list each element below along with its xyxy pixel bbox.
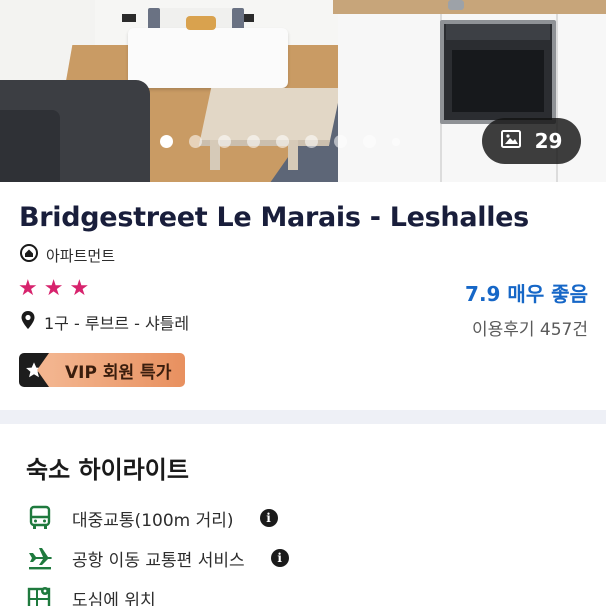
photo-sofa-arm [0, 110, 60, 182]
carousel-dot[interactable] [160, 135, 173, 148]
carousel-dot[interactable] [392, 138, 400, 146]
photo-oven-panel [446, 24, 550, 40]
carousel-dot[interactable] [189, 135, 202, 148]
highlight-item-transit: 대중교통(100m 거리) i [26, 504, 278, 532]
carousel-dot[interactable] [218, 135, 231, 148]
highlights-title: 숙소 하이라이트 [26, 456, 189, 484]
city-map-icon [26, 584, 54, 606]
photo-lamp [232, 8, 244, 30]
star-rating: ★ ★ ★ [18, 278, 89, 300]
highlights-section: 숙소 하이라이트 대중교통(100m 거리) i 공항 이동 교통편 서비스 i [0, 424, 606, 606]
location-text: 1구 - 루브르 - 샤틀레 [44, 314, 190, 333]
photo-oven-glass [452, 50, 544, 112]
photo-bed [128, 28, 288, 88]
image-icon [500, 130, 521, 152]
star-icon: ★ [18, 276, 38, 301]
property-type: 아파트먼트 [46, 246, 116, 265]
carousel-dot[interactable] [276, 135, 289, 148]
photo-table-leg [288, 140, 298, 170]
location-row: 1구 - 루브르 - 샤틀레 [20, 310, 189, 334]
guest-rating[interactable]: 7.9 매우 좋음 [465, 278, 588, 307]
property-details: Bridgestreet Le Marais - Leshalles 아파트먼트… [0, 182, 606, 410]
review-count[interactable]: 이용후기 457건 [472, 315, 588, 340]
photo-counter [333, 0, 606, 14]
vip-badge: VIP 회원 특가 [19, 353, 186, 387]
carousel-dot[interactable] [334, 135, 347, 148]
highlight-label: 도심에 위치 [72, 590, 156, 606]
highlight-item-airport: 공항 이동 교통편 서비스 i [26, 544, 289, 572]
star-icon: ★ [43, 276, 64, 301]
info-icon[interactable]: i [270, 549, 289, 567]
vip-label: VIP 회원 특가 [36, 353, 186, 387]
carousel-dot[interactable] [363, 135, 376, 148]
photo-frame [122, 14, 136, 22]
airplane-icon [26, 544, 54, 572]
carousel-dot[interactable] [247, 135, 260, 148]
highlight-label: 대중교통(100m 거리) [72, 510, 234, 531]
property-name: Bridgestreet Le Marais - Leshalles [19, 202, 529, 233]
bus-icon [26, 504, 54, 532]
photo-gallery[interactable]: 29 [0, 0, 606, 182]
map-pin-icon [20, 310, 36, 334]
photo-count-button[interactable]: 29 [482, 118, 581, 164]
star-icon: ★ [69, 276, 90, 301]
photo-count: 29 [534, 129, 563, 153]
property-type-row: 아파트먼트 [20, 244, 115, 266]
photo-lamp [148, 8, 160, 30]
photo-kettle [448, 0, 464, 10]
section-divider [0, 410, 606, 424]
photo-pillow [186, 16, 216, 30]
highlight-label: 공항 이동 교통편 서비스 [72, 550, 245, 571]
home-icon [20, 244, 38, 266]
info-icon[interactable]: i [259, 509, 278, 527]
highlight-item-location: 도심에 위치 [26, 584, 156, 606]
carousel-dot[interactable] [305, 135, 318, 148]
